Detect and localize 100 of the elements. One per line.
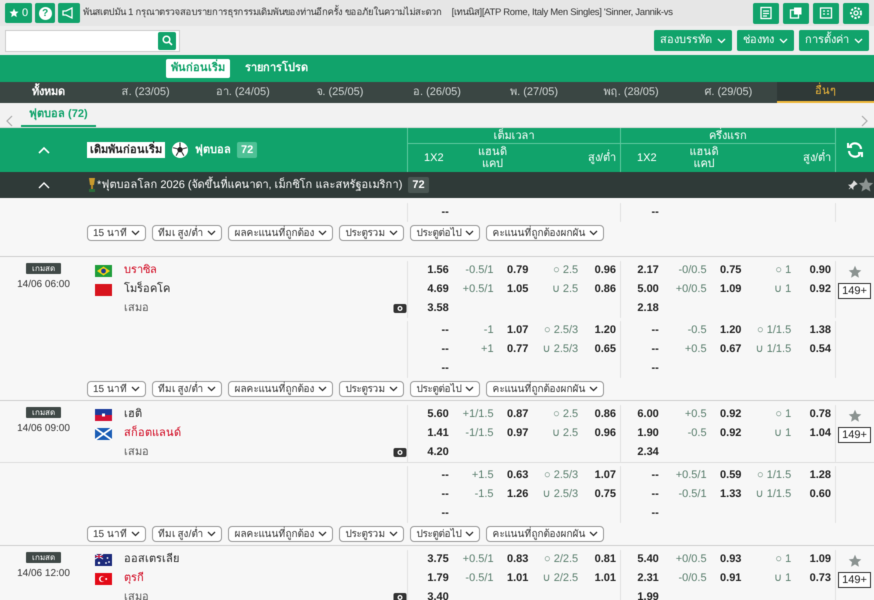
odds-value[interactable]: 5.00 [637, 281, 659, 298]
odds-value[interactable]: 1.56 [427, 262, 449, 279]
filter-dropdown[interactable]: 15 นาที [87, 526, 146, 542]
filter-dropdown[interactable]: คะแนนที่ถูกต้องผกผัน [486, 381, 604, 397]
odds-value[interactable]: 0.86 [594, 406, 616, 423]
filter-dropdown[interactable]: ประตูรวม [339, 381, 404, 397]
star-icon[interactable] [858, 177, 874, 193]
more-markets-button[interactable]: 149+ [838, 427, 871, 443]
odds-value[interactable]: 0.90 [810, 262, 832, 279]
odds-value[interactable]: 0.81 [594, 551, 616, 568]
odds-value[interactable]: 0.77 [506, 341, 528, 358]
odds-value[interactable]: 0.96 [594, 425, 616, 442]
odds-value[interactable]: 1.09 [810, 551, 832, 568]
refresh-icon[interactable] [846, 141, 864, 159]
odds-value[interactable]: 0.60 [810, 486, 832, 503]
date-tab[interactable]: พ. (27/05) [486, 82, 583, 103]
filter-dropdown[interactable]: ผลคะแนนที่ถูกต้อง [228, 381, 334, 397]
odds-value[interactable]: 1.05 [506, 281, 528, 298]
filter-dropdown[interactable]: ประตูต่อไป [410, 225, 480, 241]
date-tab[interactable]: พฤ. (28/05) [582, 82, 680, 103]
odds-value[interactable]: 1.79 [427, 570, 449, 587]
odds-value[interactable]: 5.40 [637, 551, 659, 568]
odds-value[interactable]: 2.34 [637, 444, 659, 461]
odds-value[interactable]: 0.73 [810, 570, 832, 587]
filter-dropdown[interactable]: 15 นาที [87, 225, 146, 241]
filter-dropdown[interactable]: คะแนนที่ถูกต้องผกผัน [486, 225, 604, 241]
results-button[interactable] [813, 2, 839, 24]
odds-value[interactable]: 1.01 [594, 570, 616, 587]
odds-value[interactable]: 1.90 [637, 425, 659, 442]
collapse-icon[interactable] [38, 181, 50, 189]
odds-value[interactable]: 0.79 [506, 262, 528, 279]
odds-value[interactable]: 0.63 [506, 467, 528, 484]
odds-value[interactable]: 1.09 [720, 281, 742, 298]
odds-value[interactable]: 0.86 [594, 281, 616, 298]
search-button[interactable] [158, 32, 176, 50]
odds-value[interactable]: 2.18 [637, 300, 659, 317]
filter-dropdown[interactable]: คะแนนที่ถูกต้องผกผัน [486, 526, 604, 542]
bet-list-button[interactable] [753, 2, 779, 24]
odds-value[interactable]: 2.31 [637, 570, 659, 587]
date-tab[interactable]: อ. (26/05) [388, 82, 486, 103]
odds-value[interactable]: 1.04 [810, 425, 832, 442]
odds-value[interactable]: 1.01 [506, 570, 528, 587]
odds-value[interactable]: 0.92 [810, 281, 832, 298]
pin-icon[interactable] [848, 180, 858, 190]
filter-dropdown[interactable]: ประตูรวม [339, 225, 404, 241]
filter-dropdown[interactable]: ประตูต่อไป [410, 526, 480, 542]
odds-value[interactable]: 0.78 [810, 406, 832, 423]
odds-value[interactable]: 0.92 [720, 406, 742, 423]
odds-value[interactable]: 1.20 [720, 322, 742, 339]
odds-value[interactable]: 0.92 [720, 425, 742, 442]
star-icon[interactable] [848, 554, 862, 568]
filter-dropdown[interactable]: ผลคะแนนที่ถูกต้อง [228, 526, 334, 542]
odds-value[interactable]: 1.07 [594, 467, 616, 484]
odds-value[interactable]: 1.07 [506, 322, 528, 339]
date-tab[interactable]: อา. (24/05) [194, 82, 292, 103]
settings-button[interactable] [843, 2, 869, 24]
odds-value[interactable]: 1.41 [427, 425, 449, 442]
odds-value[interactable]: 2.17 [637, 262, 659, 279]
odds-value[interactable]: 0.93 [720, 551, 742, 568]
camera-icon[interactable] [393, 303, 407, 314]
date-tab[interactable]: ทั้งหมด [0, 82, 98, 103]
odds-value[interactable]: 5.60 [427, 406, 449, 423]
odds-value[interactable]: 3.75 [427, 551, 449, 568]
odds-value[interactable]: 1.33 [720, 486, 742, 503]
odds-value[interactable]: 0.87 [506, 406, 528, 423]
more-markets-button[interactable]: 149+ [838, 572, 871, 588]
odds-value[interactable]: 3.58 [427, 300, 449, 317]
filter-dropdown[interactable]: ทีมเ สูง/ต่ำ [152, 381, 222, 397]
date-tab[interactable]: ศ. (29/05) [680, 82, 777, 103]
odds-value[interactable]: 0.75 [720, 262, 742, 279]
filter-dropdown[interactable]: ประตูต่อไป [410, 381, 480, 397]
odds-value[interactable]: 0.96 [594, 262, 616, 279]
odds-value[interactable]: 0.75 [594, 486, 616, 503]
odds-value[interactable]: 0.59 [720, 467, 742, 484]
filter-dropdown[interactable]: ผลคะแนนที่ถูกต้อง [228, 225, 334, 241]
chevron-left-icon[interactable] [6, 115, 13, 127]
odds-value[interactable]: 4.20 [427, 444, 449, 461]
odds-value[interactable]: 1.38 [810, 322, 832, 339]
odds-value[interactable]: 6.00 [637, 406, 659, 423]
filter-dropdown[interactable]: ทีมเ สูง/ต่ำ [152, 225, 222, 241]
odds-value[interactable]: 0.91 [720, 570, 742, 587]
odds-value[interactable]: 3.40 [427, 589, 449, 600]
odds-value[interactable]: 1.20 [594, 322, 616, 339]
odds-value[interactable]: 1.99 [637, 589, 659, 600]
odds-value[interactable]: 0.97 [506, 425, 528, 442]
odds-value[interactable]: 0.54 [810, 341, 832, 358]
statement-button[interactable] [783, 2, 809, 24]
camera-icon[interactable] [393, 447, 407, 458]
more-markets-button[interactable]: 149+ [838, 283, 871, 299]
odds-value[interactable]: 1.26 [506, 486, 528, 503]
camera-icon[interactable] [393, 592, 407, 600]
star-icon[interactable] [848, 265, 862, 279]
odds-value[interactable]: 1.28 [810, 467, 832, 484]
filter-dropdown[interactable]: 15 นาที [87, 381, 146, 397]
filter-dropdown[interactable]: ประตูรวม [339, 526, 404, 542]
announcement-button[interactable] [58, 3, 80, 23]
odds-value[interactable]: 0.83 [506, 551, 528, 568]
odds-value[interactable]: 4.69 [427, 281, 449, 298]
search-field[interactable] [5, 30, 180, 52]
odds-value[interactable]: 0.65 [594, 341, 616, 358]
